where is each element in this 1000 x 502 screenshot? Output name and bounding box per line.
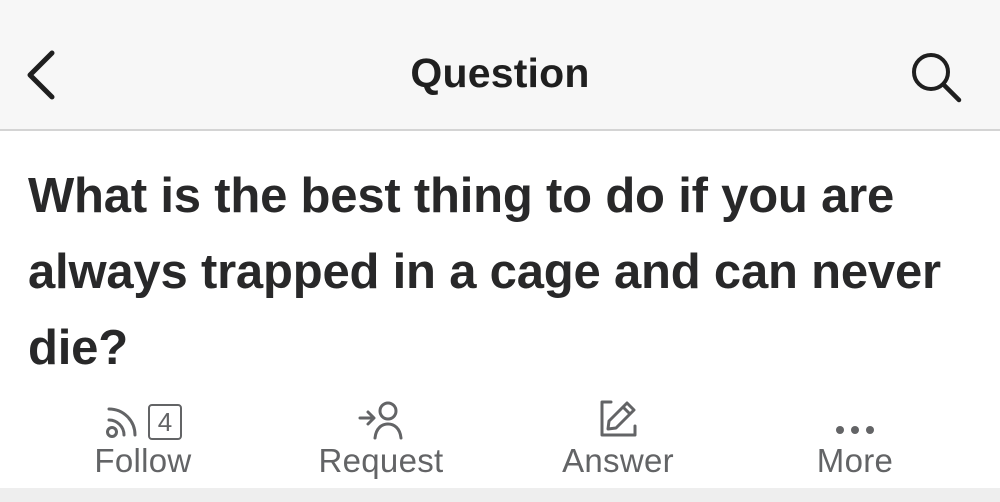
follow-count-badge: 4	[148, 404, 182, 440]
request-button[interactable]: Request	[271, 388, 491, 488]
top-nav-bar: Question	[0, 0, 1000, 131]
section-divider	[0, 488, 1000, 502]
question-screen: Question What is the best thing to do if…	[0, 0, 1000, 502]
more-dots-icon	[836, 426, 874, 434]
request-label: Request	[318, 442, 444, 479]
rss-icon	[106, 407, 137, 438]
answer-button[interactable]: Answer	[508, 388, 728, 488]
search-icon	[912, 53, 962, 103]
follow-button[interactable]: 4 Follow	[33, 388, 253, 488]
user-arrow-icon	[358, 401, 403, 440]
follow-label: Follow	[94, 442, 192, 479]
more-label: More	[816, 442, 894, 479]
page-title: Question	[410, 50, 590, 96]
question-title: What is the best thing to do if you are …	[28, 169, 941, 375]
question-action-bar: 4 Follow Request Answer More	[0, 388, 1000, 488]
pencil-icon	[600, 400, 637, 437]
search-button[interactable]	[896, 46, 976, 108]
answer-label: Answer	[562, 442, 674, 479]
more-button[interactable]: More	[745, 388, 965, 488]
